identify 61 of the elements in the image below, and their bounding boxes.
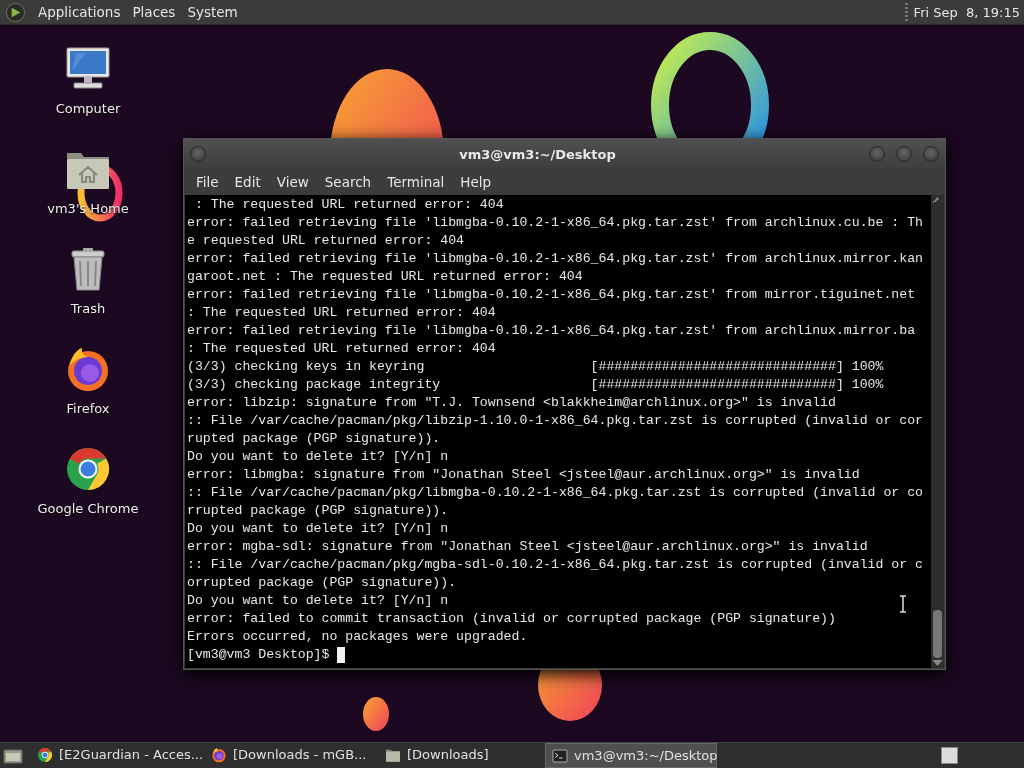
taskbar-button[interactable]: [Downloads - mGB... (205, 743, 375, 766)
terminal-line: : The requested URL returned error: 404 (187, 340, 496, 358)
menu-item[interactable]: Help (452, 174, 500, 190)
clock[interactable]: Fri Sep 8, 19:15 (913, 4, 1020, 20)
terminal-line: : The requested URL returned error: 404 (193, 196, 504, 214)
terminal-line: error: failed retrieving file 'libmgba-0.10.2-1-x86_64.pkg.tar.zst' from archlinux.cu.be : Th (187, 214, 923, 232)
terminal-line: rrupted package (PGP signature)). (187, 502, 449, 520)
terminal-line: error: failed to commit transaction (invalid or corrupted package (PGP signature)) (187, 610, 836, 628)
terminal-line: error: failed retrieving file 'libmgba-0.10.2-1-x86_64.pkg.tar.zst' from mirror.tiguinet.net (187, 286, 916, 304)
taskbar-button[interactable]: [E2Guardian - Acces... (31, 743, 201, 766)
terminal-line: :: File /var/cache/pacman/pkg/libzip-1.10.0-1-x86_64.pkg.tar.zst is corrupted (invalid or cor (187, 412, 923, 430)
scroll-thumb[interactable] (933, 610, 942, 658)
browser-icon (211, 746, 227, 763)
maximize-button[interactable] (896, 146, 912, 162)
show-desktop-icon[interactable] (3, 747, 23, 764)
terminal-line: error: libmgba: signature from "Jonathan Steel <jsteel@aur.archlinux.org>" is invalid (187, 466, 860, 484)
terminal-line: error: failed retrieving file 'libmgba-0.10.2-1-x86_64.pkg.tar.zst' from archlinux.mirror.kan (187, 250, 923, 268)
menu-item[interactable]: View (268, 174, 317, 190)
panel-menu[interactable]: Places (126, 4, 182, 20)
minimize-button[interactable] (869, 146, 885, 162)
terminal-line: Do you want to delete it? [Y/n] n (187, 448, 449, 466)
taskbar-button[interactable]: [Downloads] (379, 743, 541, 766)
terminal-line: : The requested URL returned error: 404 (187, 304, 496, 322)
panel-handle[interactable] (904, 3, 908, 21)
panel-menu[interactable]: Applications (32, 4, 127, 20)
menu-item[interactable]: Search (316, 174, 380, 190)
close-button[interactable] (923, 146, 939, 162)
terminal-line: :: File /var/cache/pacman/pkg/libmgba-0.10.2-1-x86_64.pkg.tar.zst is corrupted (invalid or co (187, 484, 923, 502)
terminal-line: error: failed retrieving file 'libmgba-0.10.2-1-x86_64.pkg.tar.zst' from archlinux.mirror.ba (187, 322, 916, 340)
browser-icon (37, 746, 53, 763)
terminal-line: (3/3) checking keys in keyring [##############################] 100% (187, 358, 884, 376)
terminal-line: e requested URL returned error: 404 (187, 232, 464, 250)
terminal-prompt: [vm3@vm3 Desktop]$ (187, 646, 330, 664)
desktop-icon-label[interactable]: Firefox (66, 401, 110, 416)
desktop-icon-label[interactable]: Trash (70, 301, 106, 316)
window-menu-button[interactable] (190, 146, 206, 162)
terminal-line: Errors occurred, no packages were upgraded. (187, 628, 528, 646)
cursor-block (337, 647, 346, 663)
workspace-switcher[interactable] (941, 747, 958, 764)
text-cursor-icon (899, 595, 907, 613)
menu-logo-icon[interactable] (5, 1, 26, 23)
terminal-line: garoot.net : The requested URL returned error: 404 (187, 268, 583, 286)
menu-item[interactable]: Edit (226, 174, 269, 190)
terminal-line: :: File /var/cache/pacman/pkg/mgba-sdl-0.10.2-1-x86_64.pkg.tar.zst is corrupted (invalid or c (187, 556, 923, 574)
terminal-line: error: mgba-sdl: signature from "Jonathan Steel <jsteel@aur.archlinux.org>" is invalid (187, 538, 868, 556)
scrollbar[interactable] (931, 195, 944, 668)
terminal-line: Do you want to delete it? [Y/n] n (187, 520, 449, 538)
terminal-line: rupted package (PGP signature)). (187, 430, 441, 448)
desktop-icon-label[interactable]: Computer (55, 101, 121, 116)
terminal-line: Do you want to delete it? [Y/n] n (187, 592, 449, 610)
terminal-line: orrupted package (PGP signature)). (187, 574, 457, 592)
menu-item[interactable]: File (188, 174, 227, 190)
window-title: vm3@vm3:~/Desktop (458, 146, 617, 162)
terminal-icon (552, 747, 568, 764)
panel-menu[interactable]: System (181, 4, 244, 20)
desktop-icon-label[interactable]: Google Chrome (37, 501, 139, 516)
menu-item[interactable]: Terminal (379, 174, 453, 190)
terminal-line: error: libzip: signature from "T.J. Townsend <blakkheim@archlinux.org>" is invalid (187, 394, 836, 412)
taskbar-button[interactable]: vm3@vm3:~/Desktop (545, 743, 717, 768)
browser-icon[interactable] (64, 445, 112, 493)
terminal-line: (3/3) checking package integrity [##############################] 100% (187, 376, 884, 394)
